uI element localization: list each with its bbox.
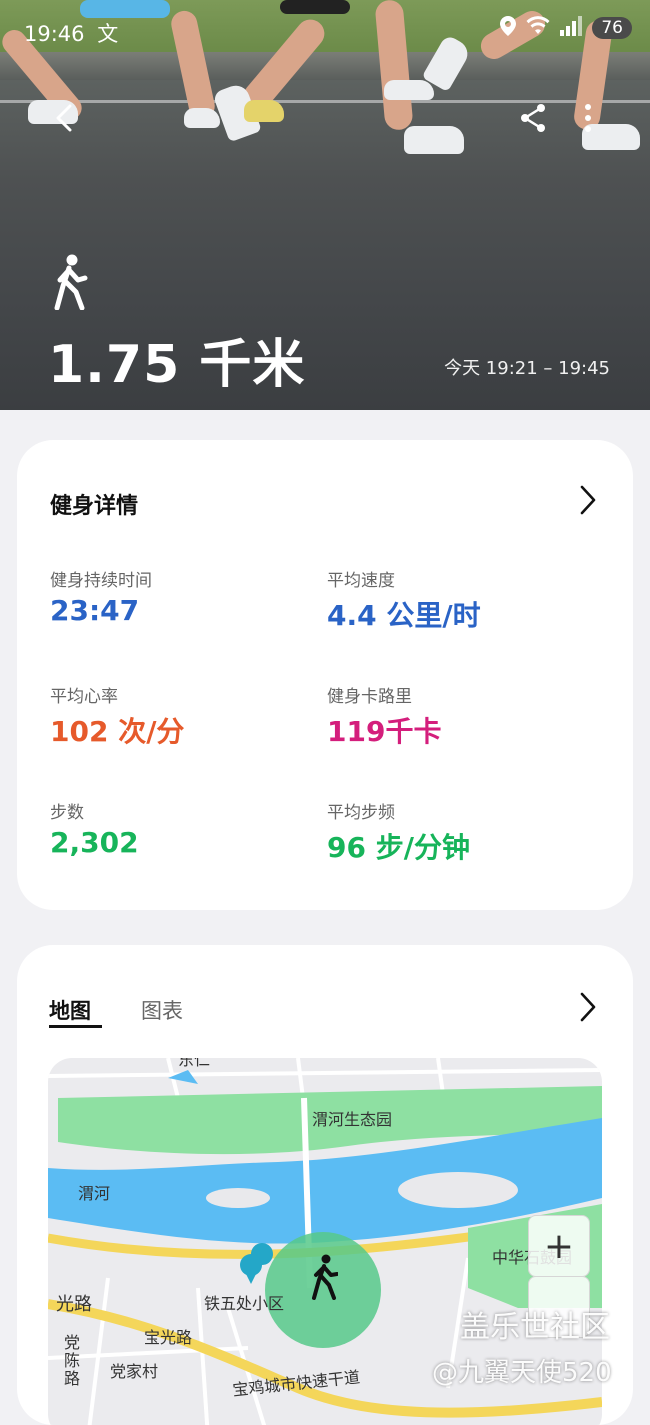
hero-runner-shoe: [384, 80, 434, 100]
stat-label-calories: 健身卡路里: [327, 687, 412, 707]
chevron-right-icon: [580, 485, 596, 515]
stat-label-avg-heart-rate: 平均心率: [50, 687, 118, 707]
map-label-dangchen-road: 党陈路: [64, 1333, 81, 1388]
map-label-park: 渭河生态园: [312, 1110, 393, 1129]
stat-label-steps: 步数: [50, 803, 84, 823]
map-label-community: 铁五处小区: [204, 1294, 285, 1313]
walking-icon: [52, 254, 88, 314]
hero-runner-shorts: [280, 0, 350, 14]
tab-chart[interactable]: 图表: [141, 995, 183, 1025]
stat-value-cadence: 96 步/分钟: [327, 831, 470, 864]
wifi-icon: [526, 16, 550, 40]
stat-label-avg-speed: 平均速度: [327, 571, 395, 591]
status-icons: 76: [500, 16, 632, 40]
hero-banner: 19:46 文 76 1.75 千米 今天 19:21 – 19:45: [0, 0, 650, 410]
walker-marker-icon: [310, 1254, 339, 1304]
map-label-river: 渭河: [78, 1184, 111, 1203]
hero-curb: [0, 52, 650, 80]
watermark-community: 盖乐世社区: [460, 1310, 610, 1345]
stat-label-duration: 健身持续时间: [50, 571, 152, 591]
watermark-author: @九翼天使520: [432, 1358, 612, 1388]
battery-indicator: 76: [592, 17, 632, 39]
hero-runner-shorts: [80, 0, 170, 18]
fitness-details-card: 健身详情 健身持续时间 23:47 平均速度 4.4 公里/时 平均心率 102…: [17, 440, 633, 910]
map-label-dangjia-village: 党家村: [110, 1362, 159, 1381]
stat-value-calories: 119千卡: [327, 715, 442, 748]
details-title: 健身详情: [50, 494, 139, 519]
map-label-guang-road: 光路: [56, 1294, 92, 1315]
hero-runner-shoe: [184, 108, 220, 128]
signal-icon: [560, 16, 583, 40]
stat-value-steps: 2,302: [50, 826, 139, 859]
location-icon: [500, 16, 517, 40]
hero-lane-line: [0, 100, 650, 103]
share-icon: [521, 104, 545, 132]
chevron-right-icon: [580, 992, 596, 1022]
more-options-button[interactable]: [570, 100, 606, 136]
status-time: 19:46 文: [24, 22, 119, 46]
hero-runner-shoe: [404, 126, 464, 154]
more-vertical-icon: [585, 104, 591, 132]
map-label-top-road: 东仁: [178, 1058, 211, 1069]
stat-value-avg-heart-rate: 102 次/分: [50, 715, 185, 748]
back-button[interactable]: [46, 100, 82, 136]
map-label-baoguang-road: 宝光路: [144, 1328, 193, 1347]
tab-map[interactable]: 地图: [49, 995, 91, 1025]
tab-map-underline: [49, 1025, 102, 1028]
stat-value-avg-speed: 4.4 公里/时: [327, 599, 481, 632]
details-chevron-button[interactable]: [579, 484, 597, 520]
workout-time-range: 今天 19:21 – 19:45: [444, 358, 610, 379]
map-zoom-in-button[interactable]: +: [528, 1215, 590, 1277]
stat-value-duration: 23:47: [50, 594, 140, 627]
hero-runner-shoe: [244, 100, 284, 122]
stat-label-cadence: 平均步频: [327, 803, 395, 823]
notification-icon: 文: [97, 22, 119, 46]
distance-value: 1.75 千米: [48, 335, 306, 395]
share-button[interactable]: [515, 100, 551, 136]
map-chevron-button[interactable]: [579, 991, 597, 1027]
